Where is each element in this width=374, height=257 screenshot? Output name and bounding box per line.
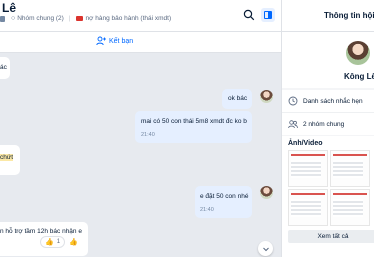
profile-avatar[interactable] bbox=[346, 41, 370, 65]
panel-header: Thông tin hội bbox=[282, 0, 374, 32]
add-user-icon bbox=[96, 36, 106, 46]
chevron-down-icon bbox=[262, 247, 269, 251]
see-all-button[interactable]: Xem tất cả bbox=[288, 230, 374, 243]
contact-meta: ○ Nhóm chung (2) | nợ hàng bảo hành (thá… bbox=[0, 15, 171, 22]
message-bubble[interactable]: n hỗ trợ tầm 12h bác nhận e 👍 1 👍 bbox=[0, 222, 88, 256]
avatar[interactable] bbox=[260, 90, 273, 103]
thumbs-up-icon: 👍 bbox=[45, 239, 54, 246]
reminders-label: Danh sách nhắc hẹn bbox=[303, 97, 363, 105]
search-icon[interactable] bbox=[243, 8, 257, 22]
scroll-to-bottom-button[interactable] bbox=[258, 241, 273, 256]
message-text: n hỗ trợ tầm 12h bác nhận e bbox=[0, 228, 82, 235]
message-bubble[interactable]: chứt bbox=[0, 145, 20, 175]
profile-name: Kông Lê bbox=[344, 72, 374, 81]
media-title[interactable]: Ảnh/Video bbox=[288, 140, 322, 147]
message-text: chứt bbox=[0, 154, 14, 161]
message-bubble-own[interactable]: mai có 50 con thái 5m8 xmdt đc ko b 21:4… bbox=[135, 111, 252, 143]
add-reaction-icon[interactable]: 👍 bbox=[69, 238, 78, 246]
chat-header: Lê ○ Nhóm chung (2) | nợ hàng bảo hành (… bbox=[0, 0, 281, 32]
reaction-count: 1 bbox=[56, 239, 61, 245]
media-thumbnail[interactable] bbox=[288, 189, 328, 226]
clock-icon bbox=[288, 96, 298, 106]
message-bubble-own[interactable]: e đặt 50 con nhé 21:40 bbox=[195, 186, 252, 218]
reminders-row[interactable]: Danh sách nhắc hẹn bbox=[282, 90, 374, 112]
add-friend-label: Kết bạn bbox=[109, 37, 134, 45]
avatar[interactable] bbox=[260, 186, 273, 199]
media-section: Ảnh/Video Xem tất cả bbox=[282, 136, 374, 257]
message-bubble-own[interactable]: ok bác bbox=[222, 89, 252, 109]
common-group-label[interactable]: Nhóm chung (2) bbox=[17, 15, 64, 22]
tag-icon bbox=[0, 15, 5, 22]
toggle-info-panel-button[interactable] bbox=[261, 8, 275, 22]
reaction-badge[interactable]: 👍 1 bbox=[40, 236, 66, 248]
common-groups-row[interactable]: 2 nhóm chung bbox=[282, 112, 374, 135]
contact-name[interactable]: Lê bbox=[2, 1, 16, 15]
message-time: 21:40 bbox=[141, 132, 155, 138]
profile-section: Kông Lê bbox=[282, 32, 374, 88]
sidebar-panel-icon bbox=[264, 11, 272, 19]
message-text: ok bác bbox=[228, 95, 248, 102]
tag-label[interactable]: nợ hàng bảo hành (thái xmdt) bbox=[86, 15, 172, 22]
add-friend-button[interactable]: Kết bạn bbox=[96, 36, 133, 46]
add-friend-bar: Kết bạn bbox=[0, 32, 281, 53]
conversation-info-panel: Thông tin hội Kông Lê Danh sách nhắc hẹn… bbox=[282, 0, 374, 257]
meta-separator: | bbox=[68, 15, 71, 22]
panel-title: Thông tin hội bbox=[324, 11, 374, 20]
label-flag-icon bbox=[75, 16, 83, 21]
media-thumbnail[interactable] bbox=[330, 189, 370, 226]
message-text: e đặt 50 con nhé bbox=[200, 193, 249, 200]
message-bubble[interactable]: ác bbox=[0, 57, 10, 79]
group-icon: ○ bbox=[11, 15, 16, 22]
message-text: ác bbox=[0, 64, 7, 71]
message-text: mai có 50 con thái 5m8 xmdt đc ko b bbox=[141, 118, 247, 125]
common-groups-label: 2 nhóm chung bbox=[303, 120, 345, 128]
media-grid bbox=[288, 150, 374, 228]
group-icon bbox=[288, 120, 298, 129]
media-thumbnail[interactable] bbox=[330, 150, 370, 187]
media-thumbnail[interactable] bbox=[288, 150, 328, 187]
message-time: 21:40 bbox=[200, 207, 214, 213]
reactions: 👍 1 👍 bbox=[40, 236, 81, 248]
